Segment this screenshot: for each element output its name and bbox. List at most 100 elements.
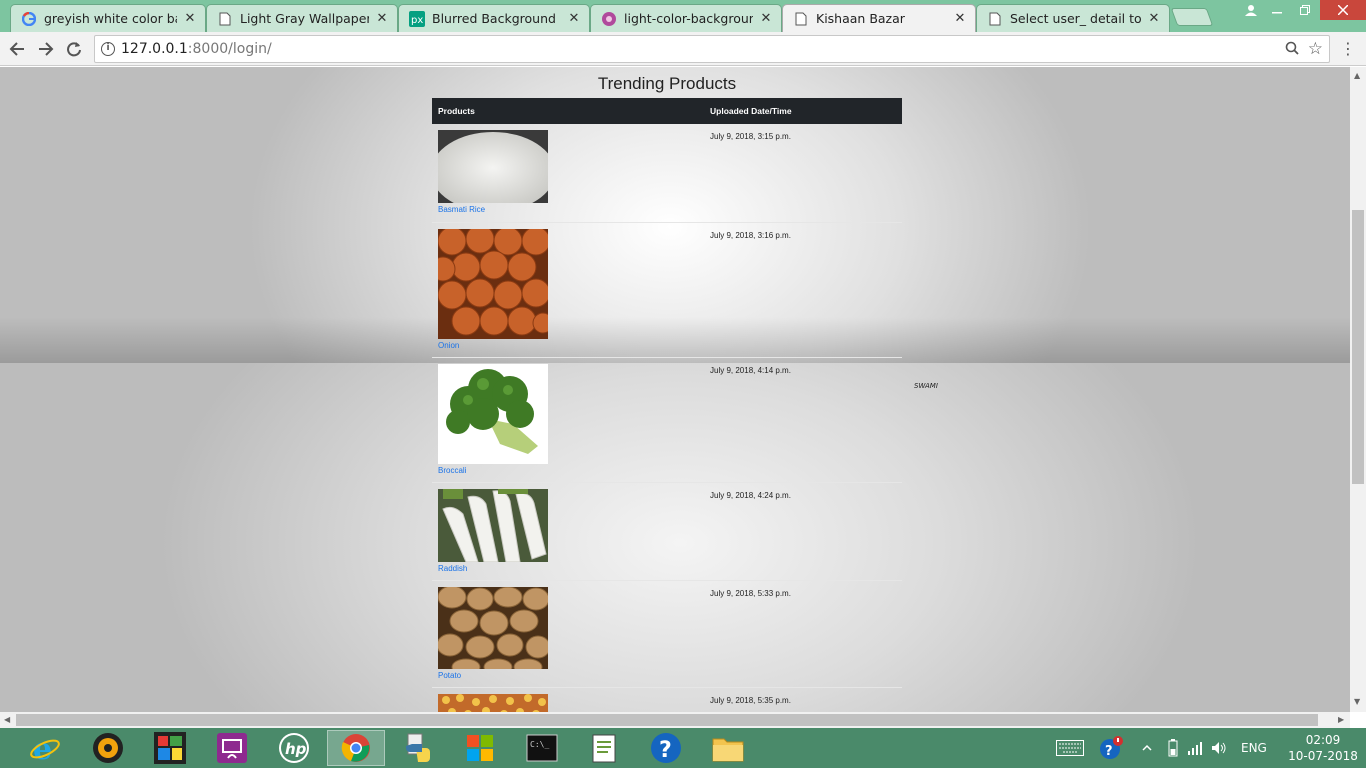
taskbar: e hp C:\_ ? ? ENG 02:09 10-07-2018 — [0, 728, 1366, 768]
svg-text:hp: hp — [285, 740, 307, 758]
notepad-icon[interactable] — [575, 730, 633, 766]
page-viewport: Trending Products Products Uploaded Date… — [0, 67, 1350, 712]
upload-date: July 9, 2018, 4:14 p.m. — [704, 357, 902, 483]
python-icon[interactable] — [389, 730, 447, 766]
forward-icon[interactable] — [35, 38, 57, 60]
close-icon[interactable]: ✕ — [953, 11, 967, 26]
tab-greyish-white[interactable]: greyish white color backg ✕ — [10, 4, 206, 32]
scroll-up-icon[interactable]: ▲ — [1354, 71, 1360, 80]
tab-blurred-background[interactable]: px Blurred Background Imag ✕ — [398, 4, 590, 32]
tab-select-user[interactable]: Select user_ detail to cha ✕ — [976, 4, 1170, 32]
svg-text:?: ? — [1105, 744, 1113, 759]
svg-text:?: ? — [659, 738, 672, 763]
tab-light-color-background[interactable]: light-color-background- ✕ — [590, 4, 782, 32]
horizontal-scrollbar[interactable]: ◀ ▶ — [0, 712, 1350, 728]
broccoli-image[interactable] — [438, 363, 548, 464]
page-icon — [987, 11, 1003, 27]
radish-image[interactable] — [438, 488, 548, 562]
keyboard-icon[interactable] — [1056, 728, 1084, 768]
scroll-down-icon[interactable]: ▼ — [1354, 697, 1360, 706]
tray-expand-icon[interactable] — [1142, 728, 1152, 768]
flower-icon — [601, 11, 617, 27]
close-icon[interactable]: ✕ — [183, 11, 197, 26]
upload-date: July 9, 2018, 3:16 p.m. — [704, 222, 902, 358]
media-player-icon[interactable] — [79, 730, 137, 766]
page-icon — [217, 11, 233, 27]
language-indicator[interactable]: ENG — [1241, 728, 1267, 768]
vertical-scrollbar[interactable]: ▲ ▼ — [1350, 67, 1366, 712]
svg-text:px: px — [411, 15, 423, 26]
zoom-icon[interactable] — [1285, 41, 1299, 59]
tab-title: Select user_ detail to cha — [1010, 11, 1141, 26]
window-close-icon[interactable] — [1320, 0, 1366, 20]
browser-toolbar: i 127.0.0.1:8000/login/ ☆ ⋮ — [0, 32, 1366, 66]
url-text: 127.0.0.1:8000/login/ — [121, 41, 272, 57]
back-icon[interactable] — [6, 38, 28, 60]
close-icon[interactable]: ✕ — [1147, 11, 1161, 26]
network-icon[interactable] — [1187, 728, 1203, 768]
restore-icon[interactable] — [1290, 0, 1320, 20]
rice-image[interactable] — [438, 130, 548, 203]
scroll-right-icon[interactable]: ▶ — [1338, 715, 1344, 724]
volume-icon[interactable] — [1211, 728, 1227, 768]
products-table: Products Uploaded Date/Time Basmati Rice… — [432, 98, 902, 712]
reload-icon[interactable] — [63, 38, 85, 60]
close-icon[interactable]: ✕ — [759, 11, 773, 26]
table-row: Broccali July 9, 2018, 4:14 p.m. — [432, 357, 902, 483]
corn-image[interactable] — [438, 693, 548, 713]
tab-strip: greyish white color backg ✕ Light Gray W… — [0, 0, 1366, 32]
clock-date: 10-07-2018 — [1288, 749, 1358, 763]
product-link[interactable]: Onion — [438, 341, 698, 350]
battery-icon[interactable] — [1168, 728, 1178, 768]
help-alert-icon[interactable]: ? — [1098, 728, 1124, 768]
connect-icon[interactable] — [203, 730, 261, 766]
windows-store-icon[interactable] — [451, 730, 509, 766]
tab-light-gray-wallpaper[interactable]: Light Gray Wallpaper Ne ✕ — [206, 4, 398, 32]
horizontal-scroll-thumb[interactable] — [16, 714, 1318, 726]
column-header-products: Products — [432, 98, 704, 124]
table-row: Potato July 9, 2018, 5:33 p.m. — [432, 580, 902, 688]
svg-text:C:\_: C:\_ — [530, 740, 549, 749]
scroll-left-icon[interactable]: ◀ — [4, 715, 10, 724]
site-info-icon[interactable]: i — [101, 42, 115, 56]
table-row: July 9, 2018, 5:35 p.m. — [432, 687, 902, 712]
page-title: Trending Products — [597, 74, 737, 93]
product-link[interactable]: Raddish — [438, 564, 698, 573]
tab-kishaan-bazar[interactable]: Kishaan Bazar ✕ — [782, 4, 976, 32]
product-link[interactable]: Potato — [438, 671, 698, 680]
cmd-icon[interactable]: C:\_ — [513, 730, 571, 766]
upload-date: July 9, 2018, 4:24 p.m. — [704, 482, 902, 581]
tab-title: Blurred Background Imag — [432, 11, 561, 26]
tab-title: greyish white color backg — [44, 11, 177, 26]
table-row: Onion July 9, 2018, 3:16 p.m. — [432, 222, 902, 358]
clock-time: 02:09 — [1305, 733, 1341, 747]
hp-icon[interactable]: hp — [265, 730, 323, 766]
close-icon[interactable]: ✕ — [375, 11, 389, 26]
file-explorer-icon[interactable] — [699, 730, 757, 766]
minimize-icon[interactable] — [1262, 0, 1292, 20]
new-tab-button[interactable] — [1170, 8, 1214, 26]
potato-image[interactable] — [438, 586, 548, 669]
ie-icon[interactable]: e — [16, 730, 74, 766]
tab-title: light-color-background- — [624, 11, 753, 26]
tab-title: Kishaan Bazar — [816, 11, 905, 26]
bookmark-star-icon[interactable]: ☆ — [1308, 39, 1323, 59]
product-link[interactable]: Basmati Rice — [438, 205, 698, 214]
pexels-icon: px — [409, 10, 425, 27]
stray-text: SWAMI — [914, 382, 938, 390]
google-icon — [21, 11, 37, 27]
help-icon[interactable]: ? — [637, 730, 695, 766]
table-row: Basmati Rice July 9, 2018, 3:15 p.m. — [432, 124, 902, 223]
product-link[interactable]: Broccali — [438, 466, 698, 475]
photos-icon[interactable] — [141, 730, 199, 766]
clock[interactable]: 02:09 10-07-2018 — [1288, 732, 1358, 764]
upload-date: July 9, 2018, 3:15 p.m. — [704, 124, 902, 223]
upload-date: July 9, 2018, 5:33 p.m. — [704, 580, 902, 688]
onion-image[interactable] — [438, 228, 548, 339]
chrome-icon[interactable] — [327, 730, 385, 766]
upload-date: July 9, 2018, 5:35 p.m. — [704, 687, 902, 712]
menu-icon[interactable]: ⋮ — [1340, 39, 1356, 58]
close-icon[interactable]: ✕ — [567, 11, 581, 26]
address-bar[interactable]: i 127.0.0.1:8000/login/ ☆ — [94, 35, 1330, 63]
vertical-scroll-thumb[interactable] — [1352, 210, 1364, 484]
